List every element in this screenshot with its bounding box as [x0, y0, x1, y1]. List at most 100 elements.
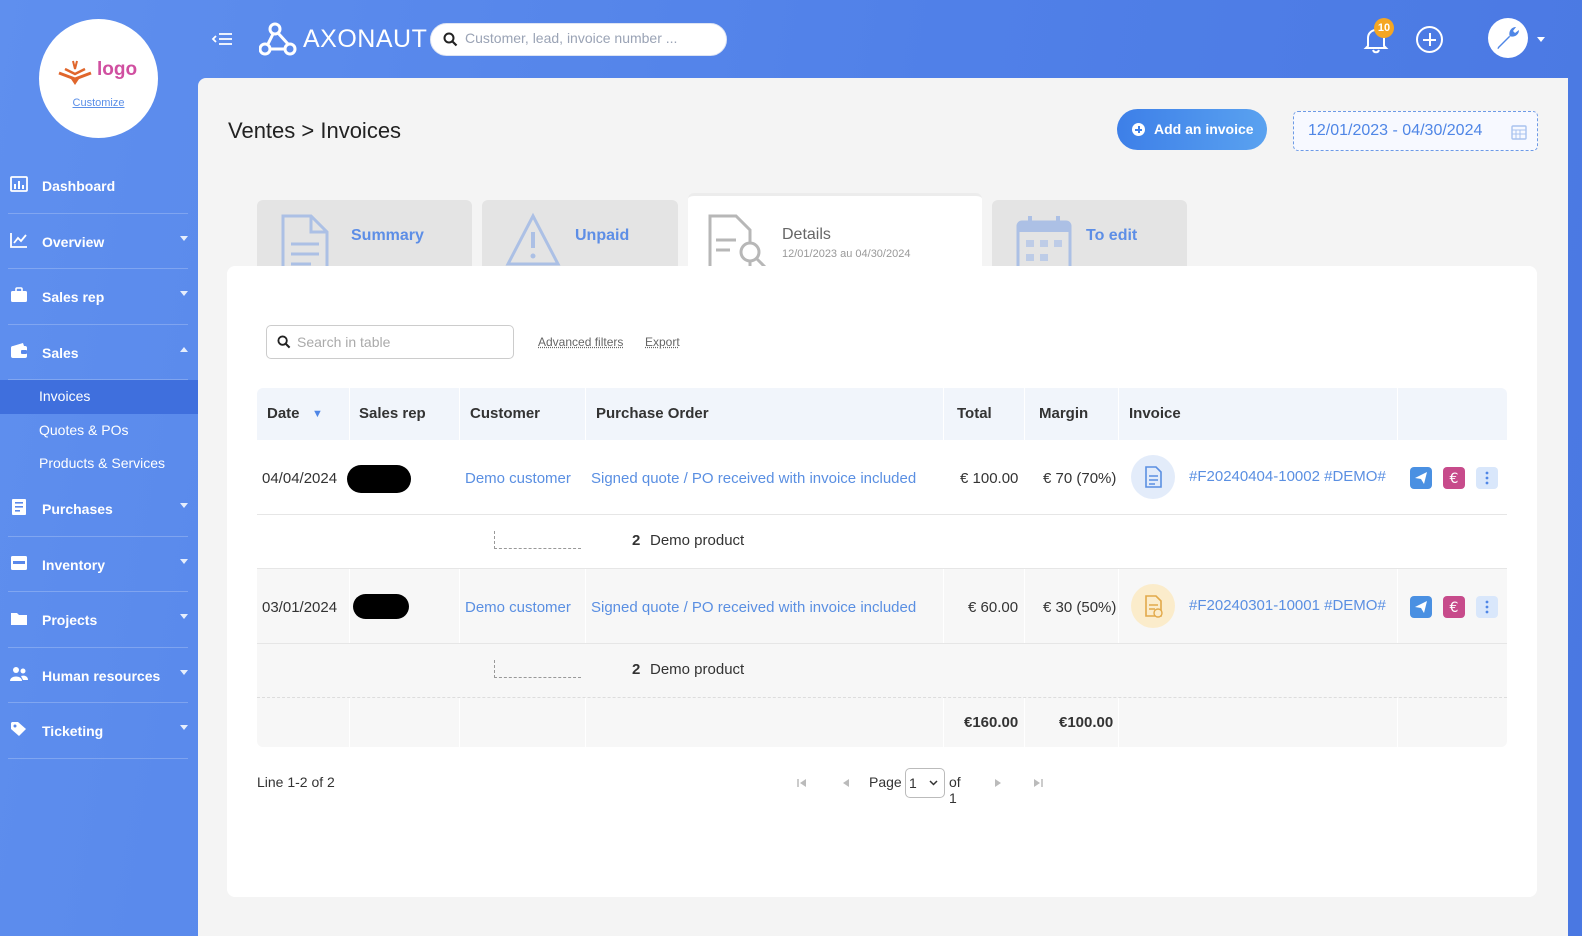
row-invoice-link[interactable]: #F20240404-10002 #DEMO#: [1189, 468, 1386, 485]
subrow-connector: [494, 660, 581, 678]
column-divider: [1118, 569, 1119, 643]
euro-icon: €: [1450, 471, 1459, 487]
chevron-down-icon: [180, 291, 188, 296]
chevron-down-icon: [180, 235, 188, 241]
submenu-quotes-pos[interactable]: Quotes & POs: [0, 414, 198, 448]
nav-label: Overview: [42, 233, 105, 250]
col-total[interactable]: Total: [957, 405, 992, 422]
warning-icon: [505, 212, 561, 266]
margin-sum: €100.00: [1059, 714, 1114, 731]
table-search-input[interactable]: [297, 334, 497, 350]
more-actions-button[interactable]: [1476, 467, 1498, 489]
date-range-picker[interactable]: 12/01/2023 - 04/30/2024: [1293, 111, 1538, 151]
row-total: € 100.00: [960, 470, 1019, 487]
column-divider: [585, 698, 586, 747]
nav-projects[interactable]: Projects: [8, 592, 188, 648]
row-purchase-order-link[interactable]: Signed quote / PO received with invoice …: [591, 599, 916, 616]
global-search-input[interactable]: [465, 30, 715, 46]
tab-details[interactable]: Details 12/01/2023 au 04/30/2024: [688, 193, 982, 268]
global-search[interactable]: [430, 23, 727, 56]
subrow-product: Demo product: [650, 661, 745, 678]
row-customer-link[interactable]: Demo customer: [465, 470, 571, 487]
column-divider: [1024, 569, 1025, 643]
tab-unpaid[interactable]: Unpaid: [482, 200, 678, 267]
settings-button[interactable]: [1488, 18, 1528, 58]
nav-label: Sales: [42, 344, 79, 361]
col-customer[interactable]: Customer: [470, 405, 540, 422]
brand[interactable]: AXONAUT: [259, 21, 427, 57]
page-label: Page: [869, 774, 902, 790]
column-divider: [1397, 388, 1398, 440]
table-row[interactable]: 03/01/2024 Demo customer Signed quote / …: [257, 569, 1507, 644]
main-nav-lower: Purchases Inventory Projects Human resou…: [0, 481, 188, 759]
add-invoice-button[interactable]: Add an invoice: [1117, 109, 1267, 150]
table-search[interactable]: [266, 325, 514, 359]
chevron-down-icon: [180, 503, 188, 508]
column-divider: [585, 388, 586, 440]
total-sum: €160.00: [964, 714, 1019, 731]
next-page-icon[interactable]: [993, 778, 1003, 788]
invoice-status-icon[interactable]: [1131, 584, 1175, 628]
col-margin[interactable]: Margin: [1039, 405, 1088, 422]
column-divider: [459, 569, 460, 643]
chevron-down-icon: [929, 780, 938, 786]
quick-add-button[interactable]: [1416, 26, 1443, 53]
send-invoice-button[interactable]: [1410, 596, 1432, 618]
row-customer-link[interactable]: Demo customer: [465, 599, 571, 616]
send-invoice-button[interactable]: [1410, 467, 1432, 489]
nav-sales-rep[interactable]: Sales rep: [8, 269, 188, 325]
nav-purchases[interactable]: Purchases: [8, 481, 188, 537]
chevron-down-icon: [180, 725, 188, 730]
column-divider: [943, 698, 944, 747]
col-sales-rep[interactable]: Sales rep: [359, 405, 426, 422]
col-invoice[interactable]: Invoice: [1129, 405, 1181, 422]
tab-to-edit[interactable]: To edit: [992, 200, 1187, 267]
submenu-products-services[interactable]: Products & Services: [0, 447, 198, 481]
nav-human-resources[interactable]: Human resources: [8, 648, 188, 703]
record-payment-button[interactable]: €: [1443, 467, 1465, 489]
advanced-filters-link[interactable]: Advanced filters: [538, 335, 623, 349]
invoice-pending-icon: [1145, 595, 1163, 618]
row-total: € 60.00: [968, 599, 1019, 616]
row-margin: € 30 (50%): [1043, 599, 1117, 616]
prev-page-icon[interactable]: [841, 778, 851, 788]
export-link[interactable]: Export: [645, 335, 680, 349]
svg-text:€: €: [1450, 471, 1459, 487]
nav-dashboard[interactable]: Dashboard: [8, 158, 188, 214]
col-purchase-order[interactable]: Purchase Order: [596, 405, 709, 422]
page-select[interactable]: 1: [905, 768, 945, 798]
company-logo[interactable]: logo Customize: [39, 19, 158, 138]
more-actions-button[interactable]: [1476, 596, 1498, 618]
nav-overview[interactable]: Overview: [8, 214, 188, 269]
line-count: Line 1-2 of 2: [257, 774, 335, 790]
nav-label: Purchases: [42, 501, 113, 517]
row-purchase-order-link[interactable]: Signed quote / PO received with invoice …: [591, 470, 916, 487]
nav-inventory[interactable]: Inventory: [8, 537, 188, 592]
column-divider: [1024, 698, 1025, 747]
nav-sales[interactable]: Sales: [8, 325, 188, 380]
tab-summary[interactable]: Summary: [257, 200, 472, 267]
first-page-icon[interactable]: [797, 778, 807, 788]
invoice-status-icon[interactable]: [1131, 455, 1175, 499]
nav-ticketing[interactable]: Ticketing: [8, 703, 188, 759]
column-divider: [943, 388, 944, 440]
column-divider: [1024, 388, 1025, 440]
sort-desc-icon[interactable]: ▼: [312, 408, 323, 420]
nav-label: Dashboard: [42, 178, 116, 194]
page-total: of 1: [949, 774, 961, 806]
tab-sublabel: 12/01/2023 au 04/30/2024: [782, 248, 911, 260]
document-icon: [281, 214, 329, 267]
collapse-sidebar-icon[interactable]: [211, 31, 233, 47]
submenu-invoices[interactable]: Invoices: [0, 380, 219, 414]
row-margin: € 70 (70%): [1043, 470, 1117, 487]
col-date[interactable]: Date: [267, 405, 300, 422]
column-divider: [1118, 698, 1119, 747]
last-page-icon[interactable]: [1033, 778, 1043, 788]
table-row[interactable]: 04/04/2024 Demo customer Signed quote / …: [257, 440, 1507, 515]
row-invoice-link[interactable]: #F20240301-10001 #DEMO#: [1189, 597, 1386, 614]
tab-label: Unpaid: [575, 227, 630, 244]
record-payment-button[interactable]: €: [1443, 596, 1465, 618]
customize-link[interactable]: Customize: [39, 97, 158, 109]
euro-icon: €: [1450, 600, 1459, 616]
chevron-down-icon[interactable]: [1537, 37, 1545, 42]
